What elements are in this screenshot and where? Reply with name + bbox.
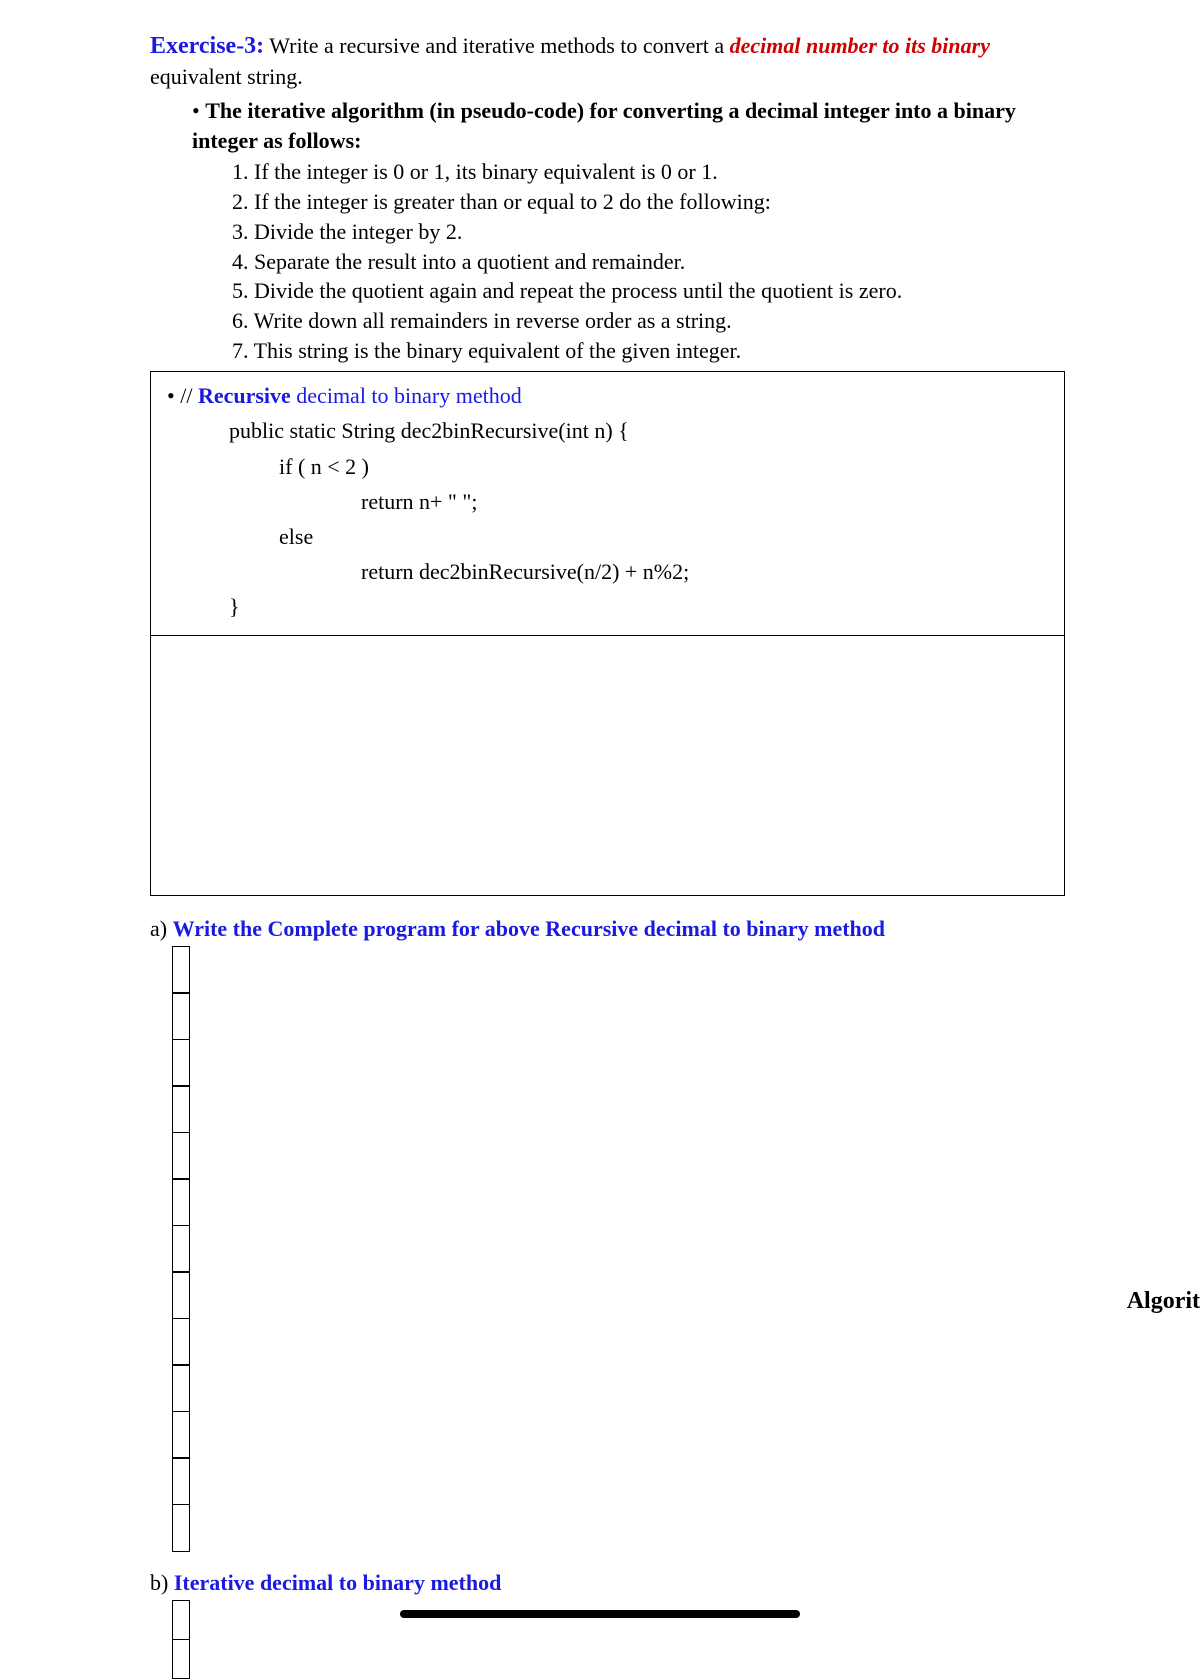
step-6: 6. Write down all remainders in reverse … xyxy=(232,306,1065,336)
numbered-steps: 1. If the integer is 0 or 1, its binary … xyxy=(150,157,1065,365)
document-page: Exercise-3: Write a recursive and iterat… xyxy=(0,0,1200,1679)
blank-cell xyxy=(172,1411,190,1459)
step-7: 7. This string is the binary equivalent … xyxy=(232,336,1065,366)
code-line-5: return dec2binRecursive(n/2) + n%2; xyxy=(161,554,1054,589)
section-b-letter: b) xyxy=(150,1570,174,1595)
blank-cell xyxy=(172,946,190,994)
section-a-letter: a) xyxy=(150,916,173,941)
blank-cell xyxy=(172,1178,190,1226)
section-a-heading: a) Write the Complete program for above … xyxy=(150,916,1065,942)
exercise-intro: Exercise-3: Write a recursive and iterat… xyxy=(150,30,1065,92)
blank-cell xyxy=(172,1085,190,1133)
blank-cell xyxy=(172,992,190,1040)
code-line-3: return n+ " "; xyxy=(161,484,1054,519)
section-a-blank-cells xyxy=(150,946,1065,1552)
blank-cell xyxy=(172,1318,190,1366)
blank-cell xyxy=(172,1132,190,1180)
section-a-text: Write the Complete program for above Rec… xyxy=(173,916,885,941)
code-comment-blue: Recursive xyxy=(198,383,291,408)
home-indicator-bar xyxy=(400,1610,800,1618)
blank-cell xyxy=(172,1364,190,1412)
blank-cell xyxy=(172,1039,190,1087)
code-comment: • // Recursive decimal to binary method xyxy=(161,378,1054,413)
intro-text-plain1: Write a recursive and iterative methods … xyxy=(264,33,729,58)
blank-cell xyxy=(172,1225,190,1273)
code-comment-prefix: • // xyxy=(167,383,198,408)
step-3: 3. Divide the integer by 2. xyxy=(232,217,1065,247)
empty-code-box xyxy=(150,636,1065,896)
blank-cell xyxy=(172,1457,190,1505)
code-line-4: else xyxy=(161,519,1054,554)
intro-text-red: decimal number to its binary xyxy=(730,33,990,58)
code-comment-rest: decimal to binary method xyxy=(291,383,522,408)
intro-text-plain2: equivalent string. xyxy=(150,64,303,89)
recursive-code-box: • // Recursive decimal to binary method … xyxy=(150,371,1065,635)
code-line-1: public static String dec2binRecursive(in… xyxy=(161,413,1054,448)
step-5: 5. Divide the quotient again and repeat … xyxy=(232,276,1065,306)
bullet-dot: • xyxy=(192,98,205,123)
step-1: 1. If the integer is 0 or 1, its binary … xyxy=(232,157,1065,187)
section-b-heading: b) Iterative decimal to binary method xyxy=(150,1570,1065,1596)
step-4: 4. Separate the result into a quotient a… xyxy=(232,247,1065,277)
right-text-fragment: Algorit xyxy=(1127,1288,1200,1315)
section-b-text: Iterative decimal to binary method xyxy=(174,1570,502,1595)
bullet-iterative-algo: • The iterative algorithm (in pseudo-cod… xyxy=(150,96,1065,155)
exercise-title: Exercise-3: xyxy=(150,33,264,59)
blank-cell xyxy=(172,1639,190,1679)
step-2: 2. If the integer is greater than or equ… xyxy=(232,187,1065,217)
bullet-bold-text: The iterative algorithm (in pseudo-code)… xyxy=(192,98,1016,153)
code-line-6: } xyxy=(161,589,1054,624)
code-line-2: if ( n < 2 ) xyxy=(161,449,1054,484)
blank-cell xyxy=(172,1504,190,1552)
blank-cell xyxy=(172,1271,190,1319)
blank-cell xyxy=(172,1600,190,1640)
